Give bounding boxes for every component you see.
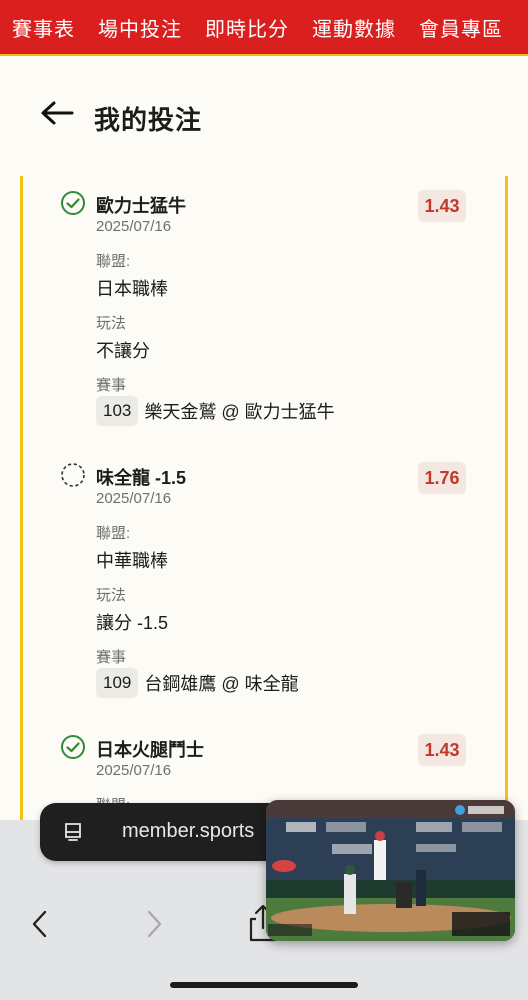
back-arrow-icon[interactable] <box>40 100 74 126</box>
odds-badge: 1.76 <box>418 462 466 494</box>
market-value: 讓分 -1.5 <box>96 613 169 633</box>
bet-date: 2025/07/16 <box>96 490 172 507</box>
event-name: 台鋼雄鷹 @ 味全龍 <box>144 674 299 694</box>
event-label: 賽事 <box>96 649 127 666</box>
league-value: 日本職棒 <box>96 279 168 299</box>
check-circle-icon <box>61 735 85 759</box>
bet-team: 歐力士猛牛 <box>96 196 186 216</box>
page-title: 我的投注 <box>94 105 203 135</box>
chevron-left-icon[interactable] <box>30 908 50 940</box>
nav-item-sports-data[interactable]: 運動數據 <box>300 13 407 42</box>
tab-icon[interactable] <box>62 821 84 843</box>
chevron-right-icon[interactable] <box>144 908 164 940</box>
pending-circle-icon <box>61 463 85 487</box>
url-text[interactable]: member.sports <box>122 820 254 843</box>
odds-badge: 1.43 <box>418 734 466 766</box>
league-value: 中華職棒 <box>96 551 168 571</box>
nav-item-live-score[interactable]: 即時比分 <box>193 13 300 42</box>
bet-item: 歐力士猛牛 2025/07/16 1.43 聯盟: 日本職棒 玩法 不讓分 賽事… <box>60 180 470 430</box>
event-id-badge: 109 <box>96 668 139 698</box>
baseball-broadcast-image <box>266 800 515 941</box>
bet-team: 味全龍 -1.5 <box>96 468 187 488</box>
nav-item-live-betting[interactable]: 場中投注 <box>86 13 193 42</box>
nav-item-schedule[interactable]: 賽事表 <box>0 13 86 42</box>
bet-date: 2025/07/16 <box>96 218 172 235</box>
event-label: 賽事 <box>96 377 127 394</box>
market-label: 玩法 <box>96 315 127 332</box>
page-header: 我的投注 <box>0 58 528 176</box>
league-label: 聯盟: <box>96 525 131 542</box>
top-nav: 賽事表 場中投注 即時比分 運動數據 會員專區 <box>0 0 528 56</box>
bet-item: 味全龍 -1.5 2025/07/16 1.76 聯盟: 中華職棒 玩法 讓分 … <box>60 452 470 702</box>
video-player[interactable] <box>266 800 515 941</box>
nav-item-member[interactable]: 會員專區 <box>407 13 514 42</box>
odds-badge: 1.43 <box>418 190 466 222</box>
event-row: 109 台鋼雄鷹 @ 味全龍 <box>96 668 299 698</box>
event-name: 樂天金鷲 @ 歐力士猛牛 <box>144 402 335 422</box>
home-indicator[interactable] <box>170 982 358 988</box>
check-circle-icon <box>61 191 85 215</box>
event-row: 103 樂天金鷲 @ 歐力士猛牛 <box>96 396 335 426</box>
bet-team: 日本火腿鬥士 <box>96 740 204 760</box>
bet-date: 2025/07/16 <box>96 762 172 779</box>
event-id-badge: 103 <box>96 396 139 426</box>
market-value: 不讓分 <box>96 341 150 361</box>
league-label: 聯盟: <box>96 253 131 270</box>
market-label: 玩法 <box>96 587 127 604</box>
